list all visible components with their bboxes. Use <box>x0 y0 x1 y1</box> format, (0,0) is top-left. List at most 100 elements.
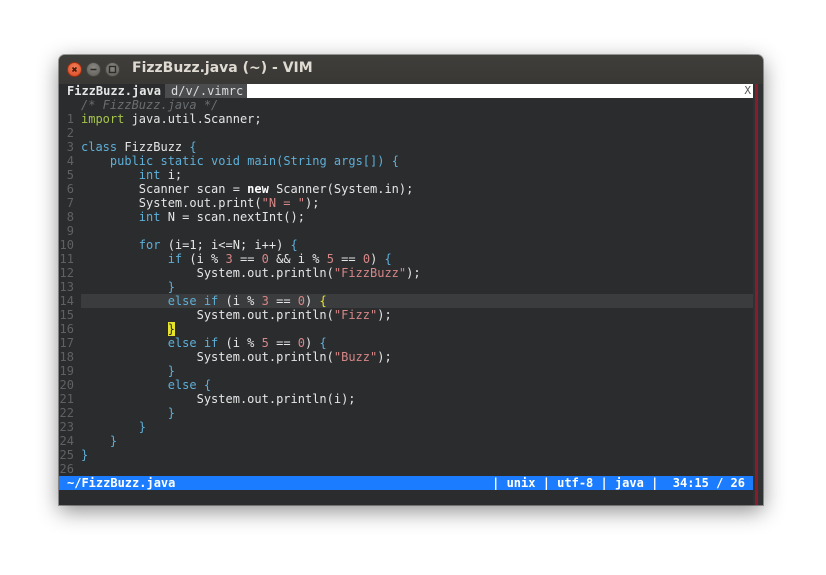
string-literal: "FizzBuzz" <box>333 266 407 280</box>
keyword: import <box>81 112 125 126</box>
right-edge-strip <box>753 84 763 505</box>
brace: { <box>203 378 212 392</box>
code-line: 20 } <box>59 364 753 392</box>
code-text: == <box>333 252 363 266</box>
brace: { <box>319 336 327 350</box>
code-text: System.out.println( <box>196 308 334 322</box>
code-line: 24 } <box>59 420 753 448</box>
number-literal: 3 <box>261 294 269 308</box>
brace: { <box>290 238 298 252</box>
code-text: Scanner scan = <box>138 182 248 196</box>
vim-tabline: FizzBuzz.java d/v/.vimrc X <box>59 84 753 98</box>
code-line: 1 /* FizzBuzz.java */ <box>59 98 753 126</box>
empty-line: ~ <box>59 462 753 490</box>
code-line: 12 if (i % 3 == 0 && i % 5 == 0) { <box>59 252 753 280</box>
code-line: 3 <box>59 126 753 154</box>
close-window-button[interactable] <box>67 62 82 77</box>
tab-fizzbuzz-java[interactable]: FizzBuzz.java <box>59 84 165 98</box>
brace: } <box>81 448 89 462</box>
keyword: else if <box>167 294 219 308</box>
code-line: 18 else if (i % 5 == 0) { <box>59 336 753 364</box>
code-line: 6 int i; <box>59 168 753 196</box>
number-literal: 0 <box>261 252 269 266</box>
number-literal: 5 <box>326 252 334 266</box>
string-literal: "Buzz" <box>333 350 378 364</box>
code-line: 4 class FizzBuzz { <box>59 140 753 168</box>
code-text: (i % <box>218 294 262 308</box>
code-text: Scanner(System.in); <box>268 182 414 196</box>
keyword: for <box>138 238 161 252</box>
title-bar[interactable]: FizzBuzz.java (~) - VIM <box>59 55 763 84</box>
code-text: System.out.print( <box>138 196 262 210</box>
brace: } <box>167 364 175 378</box>
brace: } <box>138 420 147 434</box>
vim-statusline: ~/FizzBuzz.java | unix | utf-8 | java | … <box>59 476 753 490</box>
code-text: ); <box>377 308 392 322</box>
close-tab-button[interactable]: X <box>744 84 751 98</box>
type: int <box>138 168 161 182</box>
code-line: 9 int N = scan.nextInt(); <box>59 210 753 238</box>
maximize-window-button[interactable] <box>105 62 120 77</box>
string-literal: "N = " <box>261 196 305 210</box>
comment: /* FizzBuzz.java */ <box>81 98 219 112</box>
keyword: else <box>167 378 197 392</box>
keyword: public static void <box>109 154 240 168</box>
code-text: == <box>268 294 298 308</box>
minimize-icon <box>90 68 97 71</box>
brace: { <box>384 252 392 266</box>
window-title: FizzBuzz.java (~) - VIM <box>132 60 313 76</box>
command-line[interactable] <box>59 490 753 505</box>
matching-brace: { <box>319 294 327 308</box>
code-line: 21 else { <box>59 378 753 406</box>
number-literal: 5 <box>261 336 269 350</box>
code-text: i; <box>160 168 183 182</box>
code-line: 8 System.out.print("N = "); <box>59 196 753 224</box>
code-text: System.out.println(i); <box>196 392 356 406</box>
text-cursor: } <box>167 322 175 336</box>
number-literal: 0 <box>297 336 306 350</box>
status-file-info: | unix | utf-8 | java | 34:15 / 26 <box>492 476 745 490</box>
brace: } <box>167 280 175 294</box>
number-literal: 0 <box>297 294 306 308</box>
code-text: System.out.println( <box>196 266 334 280</box>
code-line: 14 } <box>59 280 753 308</box>
code-text: ); <box>377 350 392 364</box>
tab-vimrc[interactable]: d/v/.vimrc <box>165 84 248 98</box>
code-text: FizzBuzz <box>117 140 190 154</box>
code-text: ) <box>305 336 320 350</box>
keyword: new <box>247 182 269 196</box>
code-line: 7 Scanner scan = new Scanner(System.in); <box>59 182 753 210</box>
code-line: 22 System.out.println(i); <box>59 392 753 420</box>
code-text: ); <box>406 266 421 280</box>
code-text: ) <box>305 294 320 308</box>
keyword: class <box>81 140 118 154</box>
code-text: java.util.Scanner; <box>124 112 262 126</box>
minimize-window-button[interactable] <box>86 62 101 77</box>
code-text: N = scan.nextInt(); <box>160 210 305 224</box>
brace: { <box>189 140 197 154</box>
code-text: ) <box>370 252 385 266</box>
close-icon <box>71 66 78 73</box>
brace: } <box>109 434 118 448</box>
maximize-icon <box>108 65 117 74</box>
code-line: 16 System.out.println("Fizz"); <box>59 308 753 336</box>
code-text: (i=1; i<=N; i++) <box>160 238 291 252</box>
number-literal: 3 <box>225 252 233 266</box>
code-line: 25 } <box>59 434 753 462</box>
code-line: 17 } <box>59 322 753 350</box>
status-file-path: ~/FizzBuzz.java <box>67 476 176 490</box>
code-text: (i % <box>182 252 226 266</box>
function-name: main <box>247 154 277 168</box>
number-literal: 0 <box>362 252 371 266</box>
code-line: 19 System.out.println("Buzz"); <box>59 350 753 378</box>
keyword: if <box>167 252 183 266</box>
code-line: 26 } <box>59 448 753 476</box>
code-editor[interactable]: 1 /* FizzBuzz.java */ 2 import java.util… <box>59 98 753 490</box>
code-text: == <box>232 252 262 266</box>
code-line: 2 import java.util.Scanner; <box>59 112 753 140</box>
code-text: (i % <box>218 336 262 350</box>
brace: } <box>167 406 175 420</box>
code-text: && i % <box>268 252 327 266</box>
keyword: else if <box>167 336 219 350</box>
